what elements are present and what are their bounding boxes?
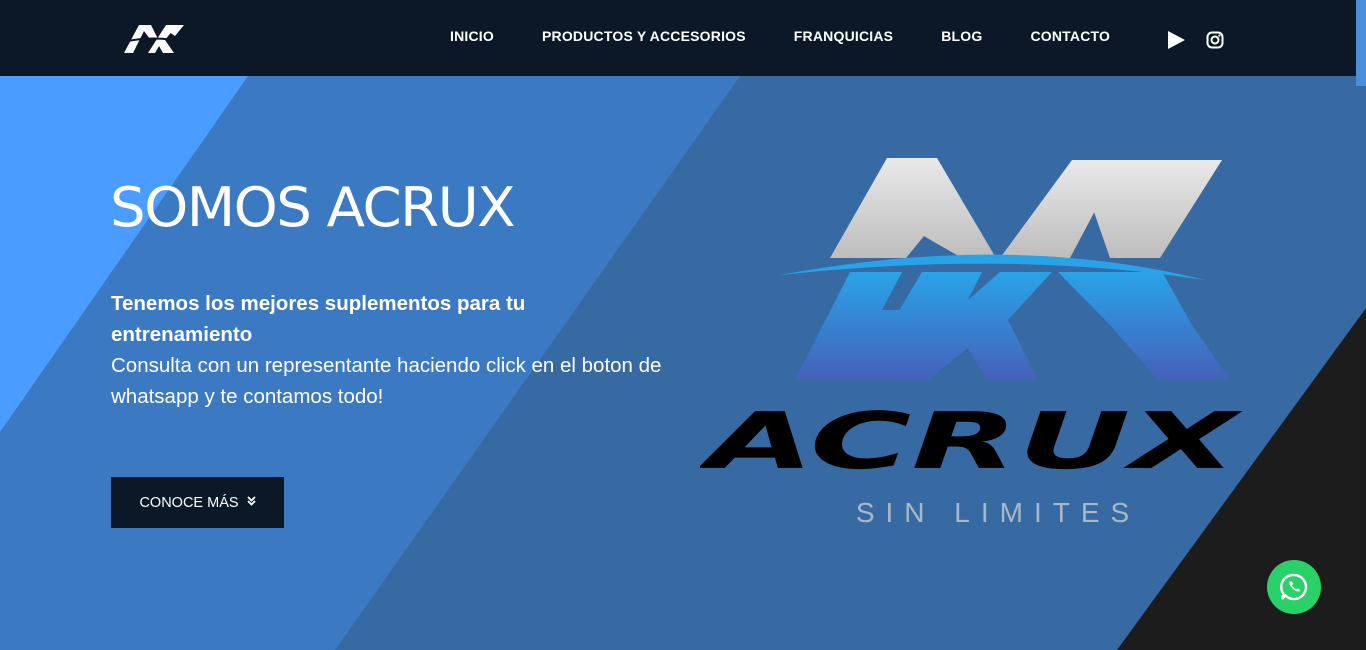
nav-blog[interactable]: BLOG [941,28,982,44]
whatsapp-button[interactable] [1267,560,1321,614]
hero-subtitle: Tenemos los mejores suplementos para tu … [111,288,671,412]
nav-productos-y-accesorios[interactable]: PRODUCTOS Y ACCESORIOS [542,28,746,44]
brand-wordmark: ACRUX [700,397,1244,487]
acrux-logo-icon[interactable] [122,23,186,55]
nav-franquicias[interactable]: FRANQUICIAS [794,28,893,44]
brand-tagline: SIN LIMITES [856,497,1140,528]
hero-subtitle-bold: Tenemos los mejores suplementos para tu … [111,292,526,346]
acrux-brand-logo: ACRUX SIN LIMITES [700,158,1244,528]
conoce-mas-label: CONOCE MÁS [139,494,239,511]
double-chevron-down-icon [246,496,256,509]
hero-title: SOMOS ACRUX [110,176,516,239]
nav-contacto[interactable]: CONTACTO [1030,28,1110,44]
instagram-icon[interactable] [1206,31,1224,49]
play-icon[interactable] [1166,30,1186,50]
nav-inicio[interactable]: INICIO [450,28,494,44]
hero-subtitle-text: Consulta con un representante haciendo c… [111,354,662,408]
navbar-accent-stripe [1356,0,1366,86]
main-nav: INICIO PRODUCTOS Y ACCESORIOS FRANQUICIA… [450,28,1110,44]
conoce-mas-button[interactable]: CONOCE MÁS [111,477,284,528]
whatsapp-icon [1280,573,1308,601]
